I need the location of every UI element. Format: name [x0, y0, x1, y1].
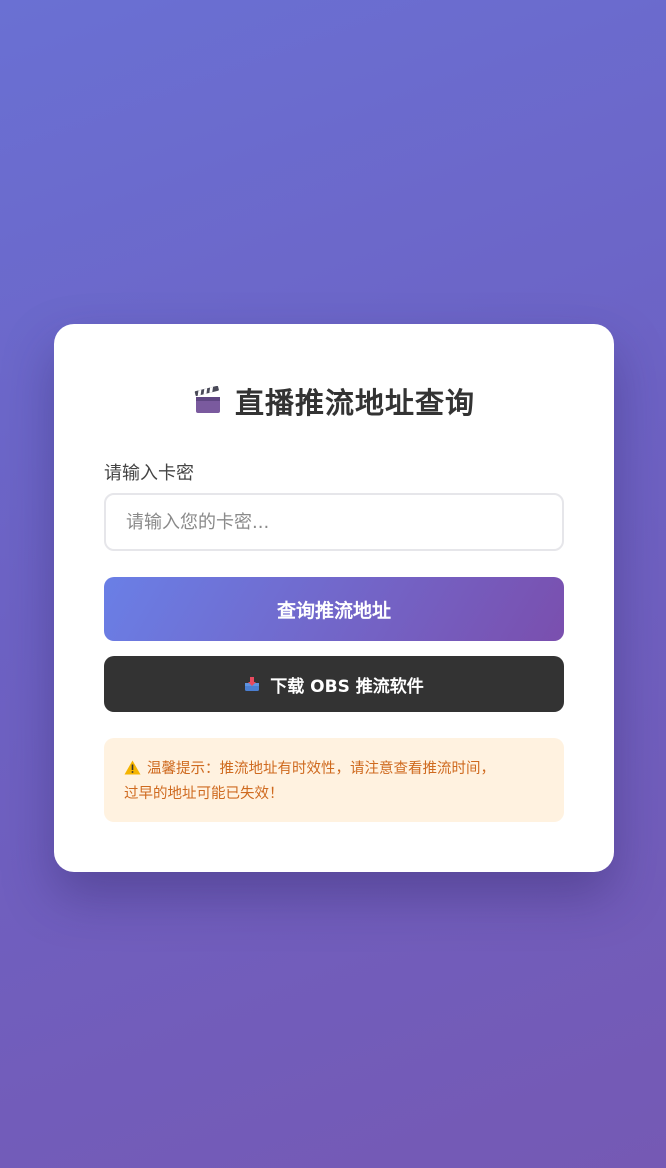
notice-line-1: 温馨提示：推流地址有时效性，请注意查看推流时间，	[124, 757, 544, 782]
download-button-label: 下载 OBS 推流软件	[270, 676, 424, 697]
download-obs-button[interactable]: 下载 OBS 推流软件	[104, 656, 564, 712]
page-title: 直播推流地址查询	[234, 386, 475, 420]
query-card: 直播推流地址查询 请输入卡密 查询推流地址 下载 OBS 推流软件 温馨提示：推…	[54, 324, 614, 872]
card-key-label: 请输入卡密	[104, 463, 194, 484]
notice-text-2: 过早的地址可能已失效！	[124, 786, 284, 802]
inbox-tray-icon	[244, 676, 260, 692]
warning-icon	[124, 759, 141, 775]
card-key-input[interactable]	[104, 493, 564, 551]
notice-text-1: 温馨提示：推流地址有时效性，请注意查看推流时间，	[147, 761, 495, 777]
title-row: 直播推流地址查询	[54, 380, 614, 422]
query-address-button[interactable]: 查询推流地址	[104, 577, 564, 641]
query-button-label: 查询推流地址	[276, 599, 391, 622]
notice-box: 温馨提示：推流地址有时效性，请注意查看推流时间， 过早的地址可能已失效！	[104, 738, 564, 822]
clapperboard-icon	[193, 385, 223, 416]
